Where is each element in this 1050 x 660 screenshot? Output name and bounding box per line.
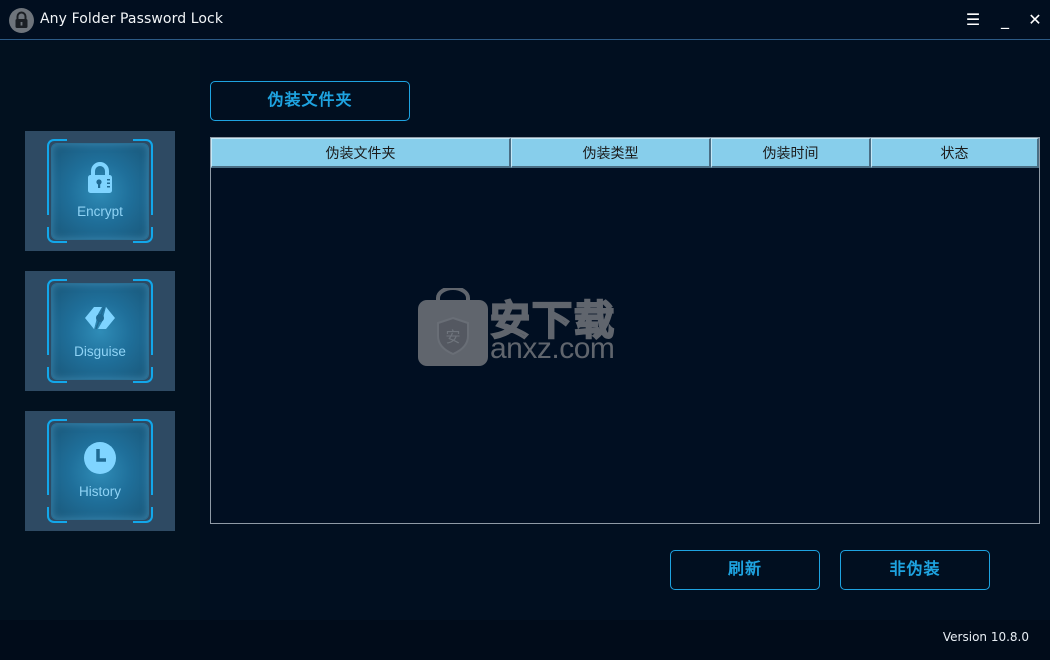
corner-bracket (47, 139, 67, 235)
app-logo-icon (9, 8, 34, 33)
column-header-type[interactable]: 伪装类型 (511, 138, 711, 168)
minimize-icon[interactable]: _ (993, 8, 1017, 32)
version-label: Version 10.8.0 (942, 630, 1029, 644)
disguise-folder-button[interactable]: 伪装文件夹 (210, 81, 410, 121)
watermark-url: anxz.com (490, 332, 615, 365)
corner-bracket (47, 503, 67, 523)
lock-icon (88, 162, 112, 193)
sidebar-item-history[interactable]: History (25, 411, 175, 531)
close-icon[interactable]: ✕ (1023, 8, 1047, 32)
clock-icon (84, 442, 116, 474)
sidebar-item-label: Encrypt (77, 204, 123, 219)
column-header-status[interactable]: 状态 (871, 138, 1039, 168)
title-bar: Any Folder Password Lock ☰ _ ✕ (0, 0, 1050, 40)
undisguise-button[interactable]: 非伪装 (840, 550, 990, 590)
disguise-icon (85, 306, 115, 330)
corner-bracket (47, 419, 67, 515)
refresh-button[interactable]: 刷新 (670, 550, 820, 590)
sidebar-item-label: History (78, 484, 121, 499)
column-header-folder[interactable]: 伪装文件夹 (211, 138, 511, 168)
sidebar-item-label: Disguise (74, 344, 126, 359)
corner-bracket (47, 279, 67, 375)
watermark: 安 安下载 anxz.com (416, 288, 636, 368)
sidebar: Encrypt Disguise History (0, 41, 200, 620)
app-title: Any Folder Password Lock (40, 11, 224, 27)
table-header: 伪装文件夹 伪装类型 伪装时间 状态 (211, 138, 1039, 168)
watermark-bag-icon: 安 (418, 288, 488, 366)
corner-bracket (47, 223, 67, 243)
menu-icon[interactable]: ☰ (961, 8, 985, 32)
column-header-time[interactable]: 伪装时间 (711, 138, 871, 168)
sidebar-item-encrypt[interactable]: Encrypt (25, 131, 175, 251)
svg-text:安: 安 (445, 328, 460, 346)
footer: Version 10.8.0 (0, 620, 1050, 660)
corner-bracket (47, 363, 67, 383)
sidebar-item-disguise[interactable]: Disguise (25, 271, 175, 391)
